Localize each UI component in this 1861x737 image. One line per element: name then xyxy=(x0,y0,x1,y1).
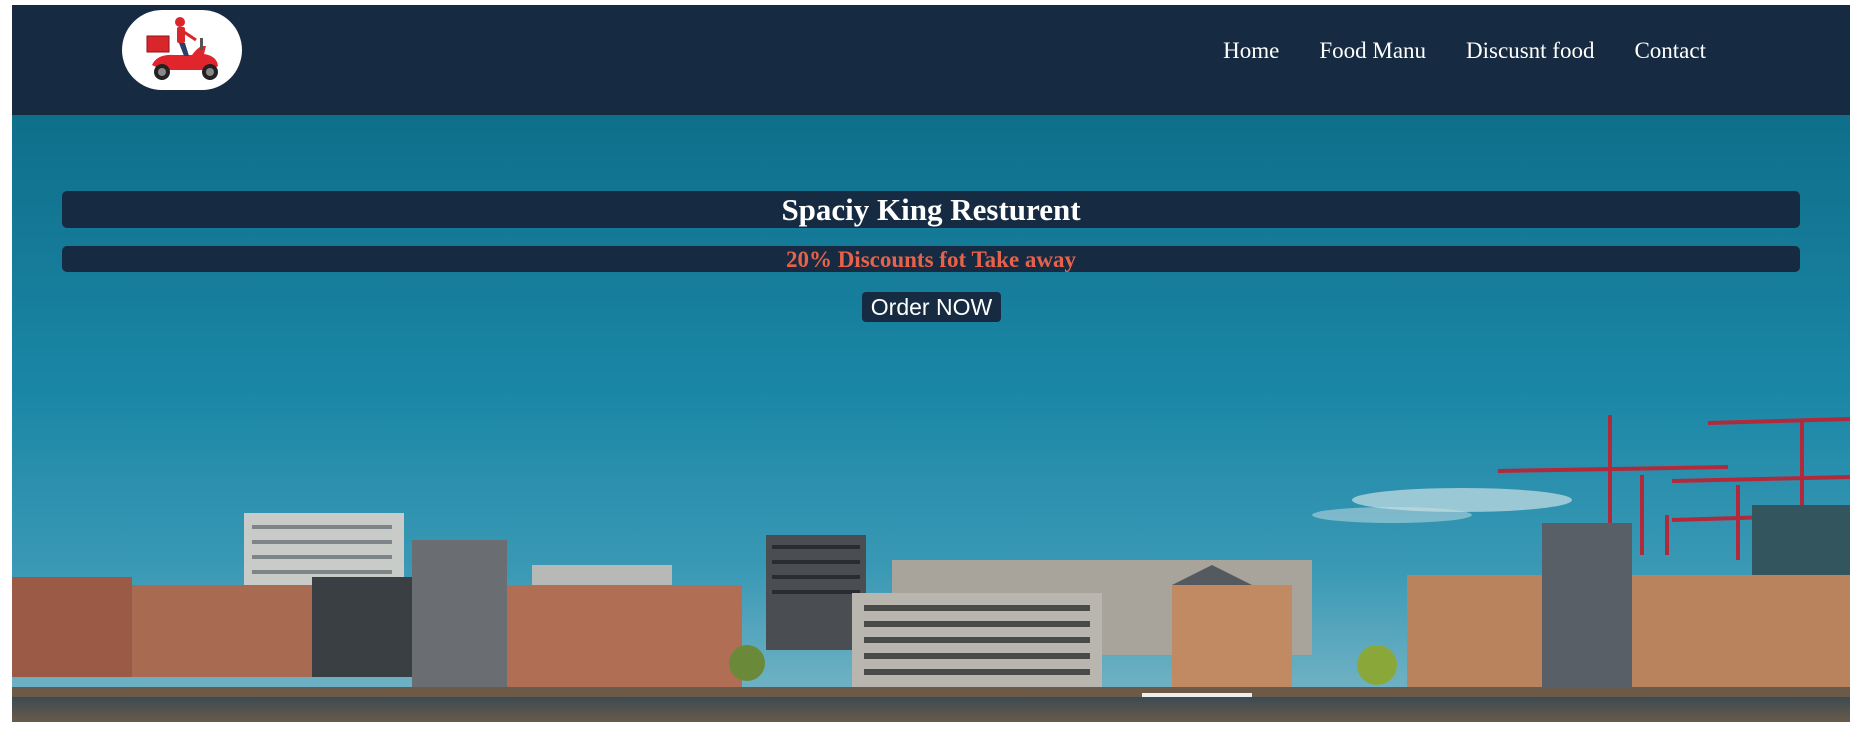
nav-item-contact: Contact xyxy=(1634,38,1706,64)
nav-link-home[interactable]: Home xyxy=(1223,38,1279,63)
nav-item-food-manu: Food Manu xyxy=(1319,38,1426,64)
nav-item-discount-food: Discusnt food xyxy=(1466,38,1594,64)
nav-item-home: Home xyxy=(1223,38,1279,64)
nav-link-discount-food[interactable]: Discusnt food xyxy=(1466,38,1594,63)
discount-banner: 20% Discounts fot Take away xyxy=(62,246,1800,272)
hero-title: Spaciy King Resturent xyxy=(62,191,1800,228)
main-nav: Home Food Manu Discusnt food Contact xyxy=(1223,38,1706,64)
navbar: Home Food Manu Discusnt food Contact xyxy=(12,5,1850,115)
hero-section: Spaciy King Resturent 20% Discounts fot … xyxy=(12,115,1850,722)
nav-link-food-manu[interactable]: Food Manu xyxy=(1319,38,1426,63)
delivery-scooter-icon xyxy=(146,17,218,80)
nav-link-contact[interactable]: Contact xyxy=(1634,38,1706,63)
page: Home Food Manu Discusnt food Contact Spa… xyxy=(12,5,1850,722)
logo[interactable] xyxy=(122,10,242,90)
order-now-button[interactable]: Order NOW xyxy=(862,292,1001,322)
